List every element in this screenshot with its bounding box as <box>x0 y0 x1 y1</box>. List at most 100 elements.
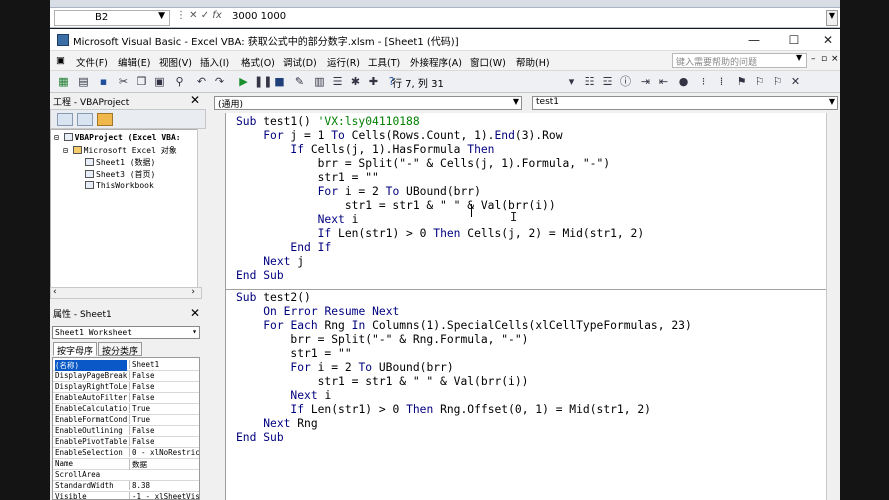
toggle-bookmark-icon[interactable]: ⚑ <box>734 74 749 89</box>
code-line[interactable]: If Cells(j, 1).HasFormula Then <box>236 143 494 157</box>
toolbox-icon[interactable]: ✚ <box>366 74 381 89</box>
pause-icon[interactable]: ❚❚ <box>254 74 272 89</box>
code-line[interactable]: Next i <box>236 213 359 227</box>
close-button[interactable]: ✕ <box>814 31 842 49</box>
tab-categorized[interactable]: 按分类序 <box>98 342 143 357</box>
tree-item-excel-objects[interactable]: ⊟ Microsoft Excel 对象 <box>63 145 177 156</box>
code-line[interactable]: str1 = "" <box>236 171 379 185</box>
code-line[interactable]: Next j <box>236 255 304 269</box>
chevron-down-icon[interactable]: ▼ <box>796 53 802 62</box>
property-value[interactable]: Sheet1 <box>129 360 199 369</box>
view-code-icon[interactable] <box>57 113 73 126</box>
menu-app-icon[interactable]: ▣ <box>56 55 65 66</box>
prev-bookmark-icon[interactable]: ⚐ <box>770 74 785 89</box>
property-row[interactable]: EnableFormatCond True <box>53 415 199 426</box>
cut-icon[interactable]: ✂ <box>116 74 131 89</box>
tree-item-vbaproject[interactable]: ⊟ VBAProject (Excel VBA: <box>54 133 181 142</box>
project-tree-hscroll[interactable]: ‹ › <box>50 287 202 299</box>
object-browser-icon[interactable]: ✱ <box>348 74 363 89</box>
code-line[interactable]: For i = 2 To UBound(brr) <box>236 361 453 375</box>
close-icon[interactable]: ✕ <box>188 93 202 107</box>
scroll-right-icon[interactable]: › <box>191 287 195 297</box>
property-row[interactable]: ScrollArea <box>53 470 199 481</box>
code-line[interactable]: str1 = str1 & " " & Val(brr(i)) <box>236 375 529 389</box>
menu-file[interactable]: 文件(F) <box>76 55 108 69</box>
project-explorer-icon[interactable]: ▥ <box>312 74 327 89</box>
menu-run[interactable]: 运行(R) <box>327 55 360 69</box>
formula-input[interactable]: 3000 1000 <box>232 10 822 26</box>
comment-block-icon[interactable]: ⁝ <box>696 74 711 89</box>
scroll-left-icon[interactable]: ‹ <box>53 287 57 297</box>
procedure-select[interactable]: test1 ▼ <box>532 96 838 110</box>
code-line[interactable]: Next i <box>236 389 331 403</box>
menu-tools[interactable]: 工具(T) <box>368 55 400 69</box>
property-row[interactable]: Visible -1 - xlSheetVis <box>53 492 199 499</box>
properties-object-select[interactable]: Sheet1 Worksheet ▾ <box>52 326 200 339</box>
property-row[interactable]: (名称) Sheet1 <box>53 360 199 371</box>
property-row[interactable]: StandardWidth 8.38 <box>53 481 199 492</box>
property-value[interactable]: -1 - xlSheetVis <box>129 492 199 499</box>
menu-insert[interactable]: 插入(I) <box>200 55 229 69</box>
reset-icon[interactable]: ■ <box>272 74 287 89</box>
undo-icon[interactable]: ↶ <box>194 74 209 89</box>
property-value[interactable]: False <box>129 437 199 446</box>
list-properties-icon[interactable]: ☷ <box>582 74 597 89</box>
property-row[interactable]: EnableSelection 0 - xlNoRestric <box>53 448 199 459</box>
insert-module-icon[interactable]: ▤ <box>76 74 91 89</box>
property-value[interactable]: True <box>129 415 199 424</box>
chevron-down-icon[interactable]: ▾ <box>192 327 197 336</box>
code-line[interactable]: For i = 2 To UBound(brr) <box>236 185 481 199</box>
code-line[interactable]: If Len(str1) > 0 Then Rng.Offset(0, 1) =… <box>236 403 651 417</box>
code-line[interactable]: brr = Split("-" & Rng.Formula, "-") <box>236 333 528 347</box>
menu-window[interactable]: 窗口(W) <box>470 55 506 69</box>
code-line[interactable]: For Each Rng In Columns(1).SpecialCells(… <box>236 319 692 333</box>
design-mode-icon[interactable]: ✎ <box>292 74 307 89</box>
code-line[interactable]: For j = 1 To Cells(Rows.Count, 1).End(3)… <box>236 129 562 143</box>
property-row[interactable]: EnableAutoFilter False <box>53 393 199 404</box>
code-line[interactable]: Next Rng <box>236 417 317 431</box>
code-line[interactable]: If Len(str1) > 0 Then Cells(j, 2) = Mid(… <box>236 227 645 241</box>
tree-item-sheet1[interactable]: Sheet1 (数据) <box>85 157 155 168</box>
code-line[interactable]: brr = Split("-" & Cells(j, 1).Formula, "… <box>236 157 610 171</box>
code-line[interactable]: End Sub <box>236 431 284 445</box>
uncomment-block-icon[interactable]: ⁞ <box>714 74 729 89</box>
chevron-down-icon[interactable]: ▼ <box>513 97 519 106</box>
view-object-icon[interactable] <box>77 113 93 126</box>
code-line[interactable]: End If <box>236 241 331 255</box>
toolbar-options-icon[interactable]: ▾ <box>564 74 579 89</box>
menu-format[interactable]: 格式(O) <box>241 55 275 69</box>
property-value[interactable]: False <box>129 382 199 391</box>
quick-info-icon[interactable]: ⓘ <box>618 74 633 89</box>
project-tree-vscroll[interactable] <box>197 129 206 292</box>
indent-icon[interactable]: ⇥ <box>638 74 653 89</box>
redo-icon[interactable]: ↷ <box>212 74 227 89</box>
chevron-down-icon[interactable]: ▼ <box>158 11 165 21</box>
next-bookmark-icon[interactable]: ⚐ <box>752 74 767 89</box>
chevron-down-icon[interactable]: ▼ <box>829 97 835 106</box>
tree-item-thisworkbook[interactable]: ThisWorkbook <box>85 181 154 190</box>
property-row[interactable]: DisplayRightToLe False <box>53 382 199 393</box>
code-margin-gutter[interactable] <box>212 113 225 500</box>
code-editor[interactable]: Sub test1() 'VX:lsy04110188 For j = 1 To… <box>225 113 827 500</box>
menu-addins[interactable]: 外接程序(A) <box>410 55 462 69</box>
property-row[interactable]: DisplayPageBreak False <box>53 371 199 382</box>
property-value[interactable]: True <box>129 404 199 413</box>
code-line[interactable]: Sub test2() <box>236 291 311 305</box>
list-constants-icon[interactable]: ☲ <box>600 74 615 89</box>
property-row[interactable]: EnableOutlining False <box>53 426 199 437</box>
tab-alphabetic[interactable]: 按字母序 <box>53 342 98 357</box>
code-vscroll[interactable] <box>826 113 840 500</box>
mdi-minimize-icon[interactable]: – <box>811 54 816 64</box>
property-row[interactable]: EnablePivotTable False <box>53 437 199 448</box>
toggle-folders-icon[interactable] <box>97 113 113 126</box>
property-row[interactable]: EnableCalculatio True <box>53 404 199 415</box>
property-value[interactable]: 数据 <box>129 459 199 470</box>
copy-icon[interactable]: ❐ <box>134 74 149 89</box>
save-icon[interactable]: ▪ <box>96 74 111 89</box>
paste-icon[interactable]: ▣ <box>152 74 167 89</box>
menu-view[interactable]: 视图(V) <box>159 55 192 69</box>
tree-item-sheet3[interactable]: Sheet3 (首页) <box>85 169 155 180</box>
menu-help[interactable]: 帮助(H) <box>516 55 550 69</box>
code-line[interactable]: str1 = "" <box>236 347 351 361</box>
mdi-restore-icon[interactable]: ▫ <box>821 54 827 64</box>
